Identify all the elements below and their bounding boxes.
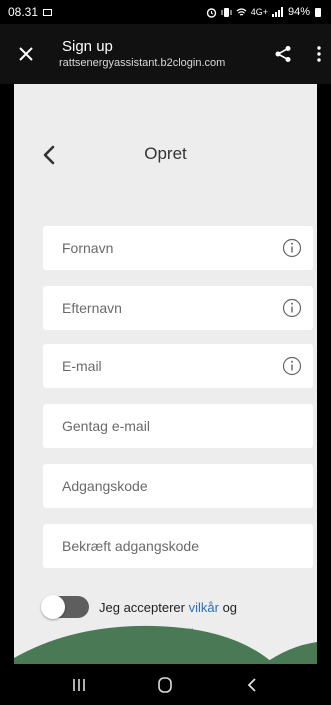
repeat-email-field (43, 404, 313, 448)
close-button[interactable] (14, 42, 38, 66)
browser-url: rattsenergyassistant.b2clogin.com (59, 57, 226, 69)
status-icons: 4G+ 94% (206, 6, 321, 18)
password-field (43, 464, 313, 508)
more-options-button[interactable] (311, 40, 327, 68)
back-nav-button[interactable] (232, 670, 272, 700)
info-icon[interactable] (282, 356, 302, 376)
decorative-hills (14, 625, 317, 664)
browser-toolbar: Sign up rattsenergyassistant.b2clogin.co… (0, 24, 331, 84)
email-input[interactable] (62, 358, 252, 374)
status-time: 08.31 (8, 5, 39, 19)
last-name-field (43, 286, 313, 330)
signal-icon (271, 7, 283, 17)
close-icon (19, 47, 33, 61)
home-icon (158, 677, 172, 693)
vibrate-icon (221, 7, 232, 17)
status-bar: 08.31 4G+ 94% (0, 0, 331, 24)
confirm-password-field (43, 524, 313, 568)
share-button[interactable] (269, 40, 297, 68)
info-icon[interactable] (282, 298, 302, 318)
terms-toggle[interactable] (41, 595, 89, 619)
share-icon (275, 46, 291, 62)
toggle-knob (41, 595, 65, 619)
confirm-password-input[interactable] (62, 538, 252, 554)
home-button[interactable] (145, 670, 185, 700)
email-field (43, 344, 313, 388)
recent-apps-button[interactable] (59, 670, 99, 700)
signup-page: Opret Jeg accepterer vilkår og persondat… (14, 84, 317, 664)
back-icon (247, 678, 256, 692)
network-type: 4G+ (250, 6, 268, 17)
repeat-email-input[interactable] (62, 418, 252, 434)
consent-text: Jeg accepterer vilkår og (99, 600, 237, 615)
last-name-input[interactable] (62, 300, 252, 316)
tab-titles: Sign up rattsenergyassistant.b2clogin.co… (59, 38, 269, 70)
system-nav-bar (0, 664, 331, 705)
consent-middle: og (218, 600, 238, 615)
gallery-notification-icon (43, 8, 53, 16)
terms-link[interactable]: vilkår (189, 600, 219, 615)
wifi-calling-icon (236, 7, 247, 16)
info-icon[interactable] (282, 238, 302, 258)
first-name-input[interactable] (62, 240, 252, 256)
password-input[interactable] (62, 478, 252, 494)
battery-icon (315, 7, 321, 17)
recent-apps-icon (73, 679, 85, 691)
first-name-field (43, 226, 313, 270)
page-header: Opret (14, 140, 317, 170)
battery-level: 94% (287, 6, 310, 18)
browser-title: Sign up (62, 38, 113, 55)
page-title: Opret (144, 144, 187, 163)
alarm-icon (206, 7, 216, 18)
consent-prefix: Jeg accepterer (99, 600, 189, 615)
more-vertical-icon (317, 46, 321, 62)
